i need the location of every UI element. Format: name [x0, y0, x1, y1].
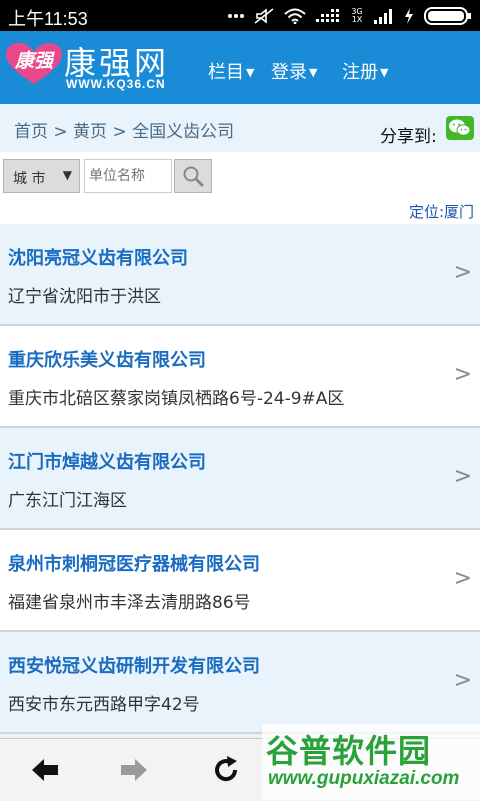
- back-button[interactable]: [28, 753, 62, 787]
- arrow-right-icon: [121, 759, 147, 781]
- dropdown-arrow-icon: ▼: [380, 66, 389, 79]
- company-address: 福建省泉州市丰泽去清朋路86号: [8, 593, 251, 613]
- chevron-right-icon: >: [453, 464, 472, 489]
- status-bar: 上午11:53 3G 1X: [0, 0, 480, 31]
- company-address: 辽宁省沈阳市于洪区: [8, 287, 161, 307]
- battery-icon: [424, 7, 471, 25]
- location-link[interactable]: 定位:厦门: [409, 201, 474, 222]
- nav-menu-column[interactable]: 栏目 ▼: [208, 58, 254, 84]
- site-logo[interactable]: 康强 康强网 WWW.KQ36.CN: [4, 38, 204, 98]
- watermark-url: www.gupuxiazai.com: [268, 768, 460, 789]
- search-icon: [183, 166, 204, 187]
- company-name: 西安悦冠义齿研制开发有限公司: [8, 656, 260, 677]
- company-address: 重庆市北碚区蔡家岗镇凤栖路6号-24-9#A区: [8, 389, 345, 409]
- forward-button[interactable]: [117, 753, 151, 787]
- network-type-label: 3G 1X: [351, 7, 363, 24]
- list-item[interactable]: 江门市焯越义齿有限公司 广东江门江海区 >: [0, 428, 480, 530]
- search-button[interactable]: [174, 159, 212, 193]
- watermark-title: 谷普软件园: [266, 732, 432, 770]
- wifi-icon: [284, 8, 306, 24]
- share-label: 分享到:: [380, 127, 437, 147]
- list-item[interactable]: 西安悦冠义齿研制开发有限公司 西安市东元西路甲字42号 >: [0, 632, 480, 734]
- mute-icon: [254, 8, 274, 24]
- company-name: 江门市焯越义齿有限公司: [8, 452, 206, 473]
- company-name: 重庆欣乐美义齿有限公司: [8, 350, 206, 371]
- company-name: 沈阳亮冠义齿有限公司: [8, 248, 188, 269]
- wechat-share-icon[interactable]: [446, 116, 474, 140]
- unit-name-input[interactable]: [84, 159, 172, 193]
- refresh-icon: [215, 756, 238, 782]
- site-watermark: 谷普软件园 www.gupuxiazai.com: [262, 724, 480, 800]
- nav-login[interactable]: 登录 ▼: [271, 58, 317, 84]
- status-time: 上午11:53: [8, 9, 88, 29]
- chevron-right-icon: >: [453, 566, 472, 591]
- dropdown-arrow-icon: ▼: [62, 168, 72, 182]
- city-select[interactable]: 城 市 ▼: [3, 159, 80, 193]
- site-header: 康强 康强网 WWW.KQ36.CN 栏目 ▼ 登录 ▼ 注册 ▼: [0, 31, 480, 104]
- arrow-left-icon: [32, 759, 58, 781]
- chevron-right-icon: >: [453, 668, 472, 693]
- chevron-right-icon: >: [453, 260, 472, 285]
- company-name: 泉州市刺桐冠医疗器械有限公司: [8, 554, 260, 575]
- company-address: 广东江门江海区: [8, 491, 127, 511]
- charging-icon: [405, 8, 413, 24]
- breadcrumb[interactable]: 首页 > 黄页 > 全国义齿公司: [14, 117, 234, 142]
- logo-url: WWW.KQ36.CN: [66, 77, 166, 91]
- list-item[interactable]: 重庆欣乐美义齿有限公司 重庆市北碚区蔡家岗镇凤栖路6号-24-9#A区 >: [0, 326, 480, 428]
- signal-bars-icon: [374, 9, 392, 24]
- dropdown-arrow-icon: ▼: [246, 66, 255, 79]
- refresh-button[interactable]: [209, 753, 243, 787]
- more-dots-icon: [228, 14, 244, 18]
- dropdown-arrow-icon: ▼: [309, 66, 318, 79]
- chevron-right-icon: >: [453, 362, 472, 387]
- list-item[interactable]: 泉州市刺桐冠医疗器械有限公司 福建省泉州市丰泽去清朋路86号 >: [0, 530, 480, 632]
- company-list: 沈阳亮冠义齿有限公司 辽宁省沈阳市于洪区 > 重庆欣乐美义齿有限公司 重庆市北碚…: [0, 224, 480, 774]
- search-row: 城 市 ▼: [0, 152, 480, 200]
- signal-dots-icon: [316, 9, 339, 22]
- status-icons: 3G 1X: [228, 6, 472, 26]
- company-address: 西安市东元西路甲字42号: [8, 695, 200, 715]
- list-item[interactable]: 沈阳亮冠义齿有限公司 辽宁省沈阳市于洪区 >: [0, 224, 480, 326]
- nav-register[interactable]: 注册 ▼: [342, 58, 388, 84]
- breadcrumb-bar: 首页 > 黄页 > 全国义齿公司 分享到:: [0, 104, 480, 152]
